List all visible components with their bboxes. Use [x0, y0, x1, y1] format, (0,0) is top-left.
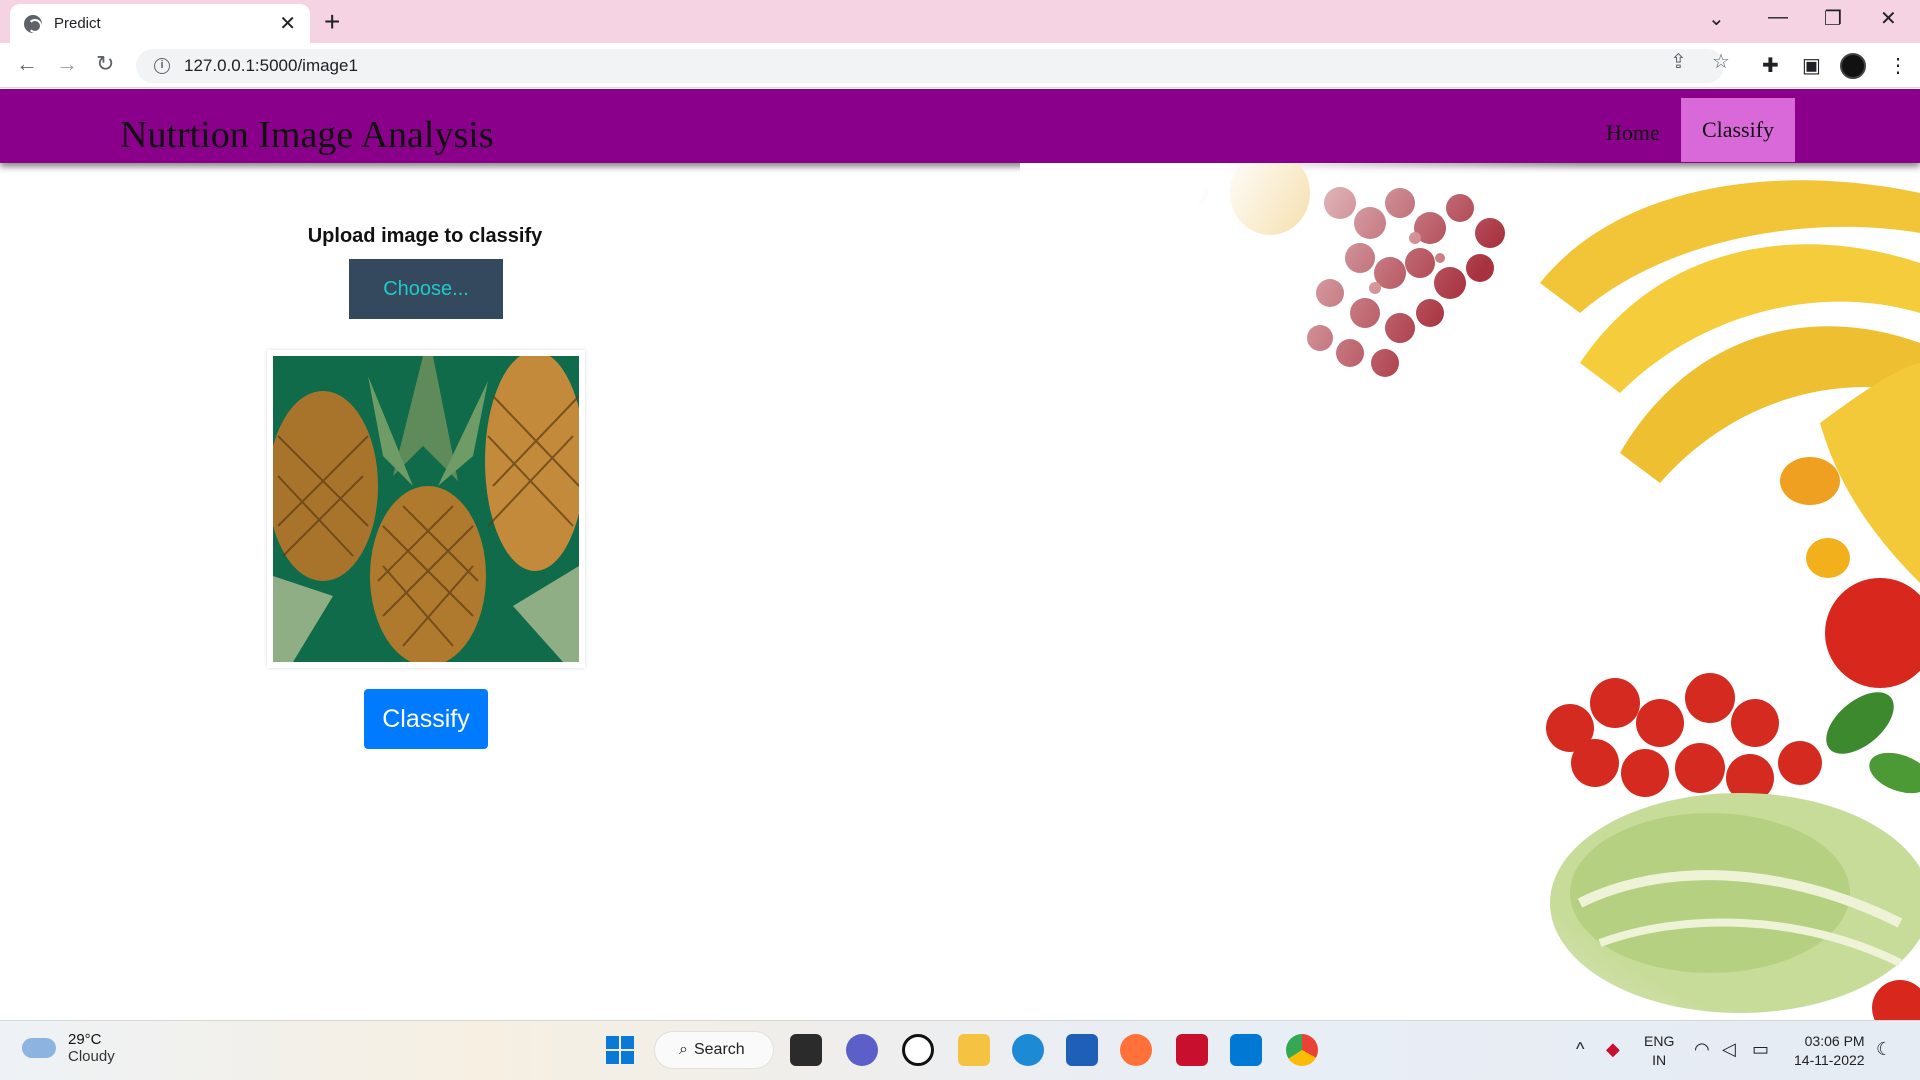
reload-icon[interactable]: ↻ — [96, 51, 114, 77]
system-clock[interactable]: 03:06 PM 14-11-2022 — [1794, 1032, 1865, 1070]
choose-file-button[interactable]: Choose... — [349, 259, 503, 319]
language-code: ENG — [1644, 1033, 1675, 1049]
globe-icon — [24, 14, 42, 33]
edge-icon[interactable] — [1012, 1034, 1044, 1066]
pineapple-image — [268, 351, 585, 666]
clock-date: 14-11-2022 — [1794, 1052, 1865, 1068]
site-navbar: Nutrtion Image Analysis Home Classify — [0, 89, 1920, 163]
language-indicator[interactable]: ENG IN — [1644, 1032, 1674, 1070]
menu-kebab-icon[interactable]: ⋮ — [1888, 53, 1908, 78]
vscode-icon[interactable] — [1230, 1034, 1262, 1066]
close-window-icon[interactable]: ✕ — [1880, 6, 1897, 31]
forward-icon[interactable]: → — [56, 51, 78, 77]
volume-icon[interactable]: ◁ — [1722, 1039, 1736, 1060]
store-icon[interactable] — [1066, 1034, 1098, 1066]
image-preview — [267, 350, 585, 668]
region-code: IN — [1652, 1052, 1667, 1068]
minimize-icon[interactable]: — — [1768, 6, 1788, 29]
restore-icon[interactable]: ❐ — [1824, 6, 1842, 31]
nav-home-link[interactable]: Home — [1606, 120, 1660, 146]
task-view-icon[interactable] — [790, 1034, 822, 1066]
browser-toolbar: ← → ↻ i 127.0.0.1:5000/image1 ⇪ ☆ ✚ ▣ ⋮ — [0, 43, 1920, 88]
weather-condition: Cloudy — [68, 1048, 115, 1065]
weather-temperature: 29°C — [68, 1031, 102, 1048]
mcafee-icon[interactable] — [1176, 1034, 1208, 1066]
wifi-icon[interactable]: ◠ — [1694, 1039, 1710, 1060]
nav-classify-link[interactable]: Classify — [1681, 98, 1795, 162]
share-icon[interactable]: ⇪ — [1670, 49, 1687, 74]
tab-close-icon[interactable]: ✕ — [279, 14, 296, 34]
new-tab-icon[interactable]: + — [324, 6, 340, 38]
battery-icon[interactable]: ▭ — [1752, 1039, 1769, 1060]
tab-title: Predict — [54, 15, 101, 32]
back-icon[interactable]: ← — [16, 51, 38, 77]
windows-start-icon[interactable] — [604, 1034, 636, 1066]
address-bar[interactable]: i 127.0.0.1:5000/image1 — [136, 49, 1724, 83]
extensions-icon[interactable]: ✚ — [1762, 53, 1779, 78]
side-panel-icon[interactable]: ▣ — [1802, 53, 1821, 78]
page-content: Upload image to classify Choose... Class… — [0, 163, 1920, 1020]
weather-widget[interactable]: 29°C Cloudy — [22, 1031, 115, 1065]
classify-button[interactable]: Classify — [364, 689, 488, 749]
site-info-icon[interactable]: i — [154, 58, 170, 74]
teams-chat-icon[interactable] — [846, 1034, 878, 1066]
notifications-icon[interactable]: ☾ — [1876, 1039, 1892, 1060]
bookmark-star-icon[interactable]: ☆ — [1712, 49, 1730, 74]
produce-background-image — [1020, 163, 1920, 1020]
windows-taskbar: 29°C Cloudy ⌕ Search ^ ◆ ENG IN ◠ ◁ ▭ 03… — [0, 1020, 1920, 1080]
upload-label: Upload image to classify — [307, 225, 543, 247]
search-icon: ⌕ — [679, 1041, 688, 1058]
show-hidden-icons-chevron[interactable]: ^ — [1576, 1039, 1584, 1060]
site-brand[interactable]: Nutrtion Image Analysis — [120, 113, 494, 157]
taskbar-search[interactable]: ⌕ Search — [654, 1031, 774, 1069]
browser-tabstrip: Predict ✕ + ⌄ — ❐ ✕ — [0, 0, 1920, 43]
profile-avatar[interactable] — [1840, 53, 1866, 79]
file-explorer-icon[interactable] — [958, 1034, 990, 1066]
dell-icon[interactable] — [902, 1034, 934, 1066]
clock-time: 03:06 PM — [1804, 1033, 1865, 1049]
browser-tab[interactable]: Predict ✕ — [10, 4, 310, 43]
cloud-icon — [22, 1038, 56, 1058]
chrome-icon[interactable] — [1286, 1034, 1318, 1066]
tab-search-chevron-icon[interactable]: ⌄ — [1708, 6, 1725, 31]
url-text: 127.0.0.1:5000/image1 — [184, 56, 358, 75]
firefox-icon[interactable] — [1120, 1034, 1152, 1066]
search-label: Search — [693, 1041, 745, 1058]
mcafee-tray-icon[interactable]: ◆ — [1606, 1039, 1620, 1060]
